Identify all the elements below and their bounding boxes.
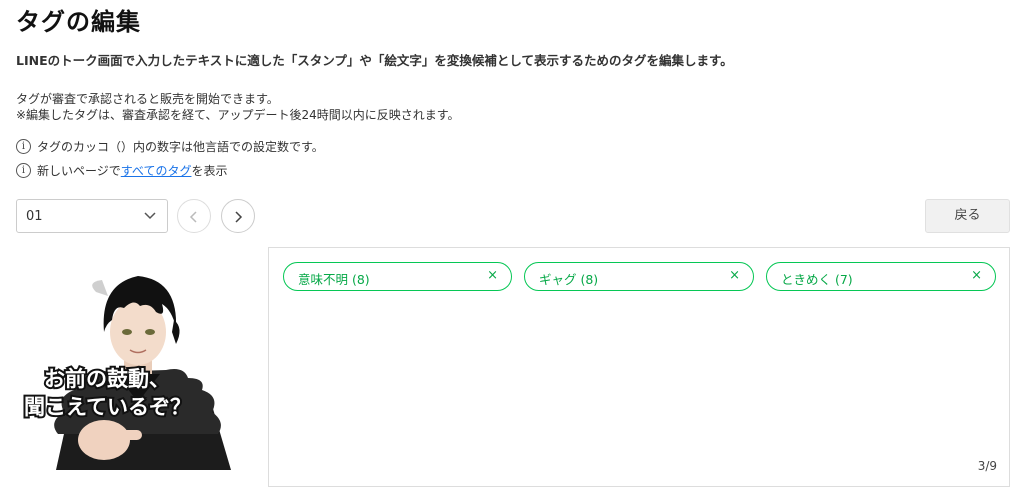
sticker-caption-2: 聞こえているぞ？ [24, 395, 191, 419]
sticker-select-value: 01 [26, 209, 43, 224]
next-button[interactable] [221, 199, 255, 233]
tag-label: ときめく (7) [781, 272, 853, 287]
info-all-tags-suffix: を表示 [191, 164, 228, 178]
sticker-caption-1: お前の鼓動、 [44, 367, 170, 391]
review-note: タグが審査で承認されると販売を開始できます。 [16, 92, 279, 106]
close-icon[interactable]: × [729, 268, 740, 283]
close-icon[interactable]: × [487, 268, 498, 283]
info-icon: i [16, 139, 31, 154]
tag-label: 意味不明 (8) [298, 272, 370, 287]
tag-panel[interactable]: 意味不明 (8) × ギャグ (8) × ときめく (7) × 3/9 [268, 247, 1010, 487]
back-button[interactable]: 戻る [925, 199, 1010, 233]
info-all-tags: i 新しいページで すべてのタグ を表示 [16, 162, 227, 179]
tag-chip[interactable]: ときめく (7) × [766, 262, 996, 291]
tag-chip[interactable]: ギャグ (8) × [524, 262, 754, 291]
page-description: LINEのトーク画面で入力したテキストに適した「スタンプ」や「絵文字」を変換候補… [16, 53, 733, 68]
tag-label: ギャグ (8) [539, 272, 599, 287]
tag-chip[interactable]: 意味不明 (8) × [283, 262, 512, 291]
update-note: ※編集したタグは、審査承認を経て、アップデート後24時間以内に反映されます。 [16, 108, 460, 122]
info-all-tags-prefix: 新しいページで [37, 164, 121, 178]
chevron-down-icon [143, 206, 157, 229]
sticker-image: お前の鼓動、 聞こえているぞ？ [16, 262, 256, 470]
chevron-left-icon [188, 206, 200, 225]
info-tag-count: i タグのカッコ（）内の数字は他言語での設定数です。 [16, 138, 324, 155]
tag-counter: 3/9 [977, 459, 997, 473]
chevron-right-icon [232, 206, 244, 225]
info-icon: i [16, 163, 31, 178]
all-tags-link[interactable]: すべてのタグ [121, 162, 192, 179]
page-title: タグの編集 [16, 8, 141, 36]
previous-button[interactable] [177, 199, 211, 233]
sticker-select[interactable]: 01 [16, 199, 168, 233]
info-tag-count-text: タグのカッコ（）内の数字は他言語での設定数です。 [37, 140, 324, 154]
close-icon[interactable]: × [971, 268, 982, 283]
